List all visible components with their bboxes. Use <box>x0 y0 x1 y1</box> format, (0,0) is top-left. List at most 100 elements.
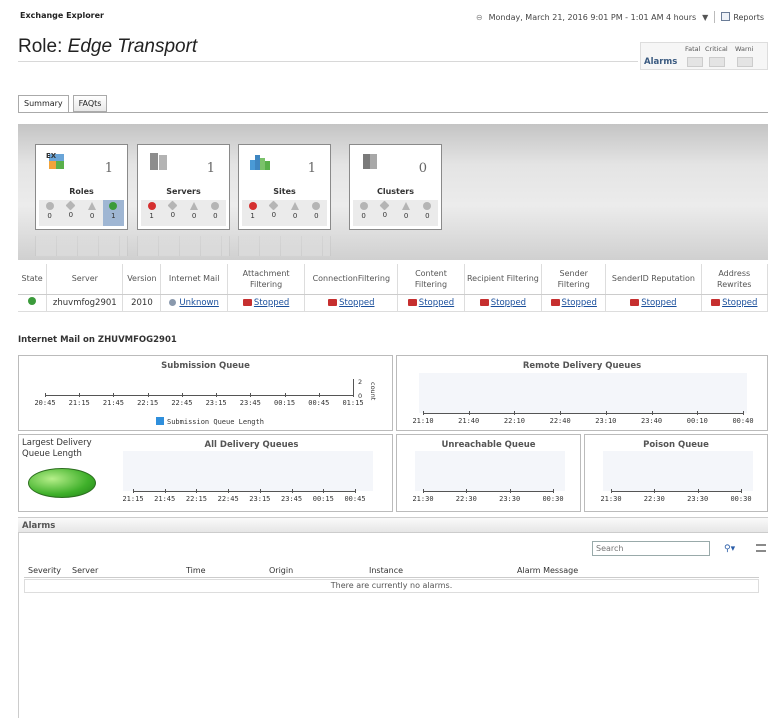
reports-link[interactable]: Reports <box>721 12 764 22</box>
warning-status-icon <box>88 202 97 210</box>
chevron-down-icon[interactable]: ▼ <box>702 13 708 22</box>
col-content-filtering[interactable]: Content Filtering <box>397 264 465 295</box>
col-attachment-filtering[interactable]: Attachment Filtering <box>227 264 306 295</box>
submission-queue-panel: Submission Queue 2 0 count Submission Qu… <box>18 355 393 431</box>
tab-faqts[interactable]: FAQts <box>72 95 108 112</box>
col-recipient-filtering[interactable]: Recipient Filtering <box>464 264 543 295</box>
status-cell[interactable]: 0 <box>263 200 284 226</box>
col-origin[interactable]: Origin <box>269 566 293 575</box>
stopped-link[interactable]: Stopped <box>339 298 374 308</box>
status-cell[interactable]: 1 <box>102 200 124 226</box>
alarm-warning-cell[interactable] <box>737 57 753 67</box>
tile-clusters[interactable]: 0 Clusters 0 0 0 0 <box>349 144 442 230</box>
stopped-link[interactable]: Stopped <box>491 298 526 308</box>
alarm-critical-cell[interactable] <box>709 57 725 67</box>
internet-mail-link[interactable]: Unknown <box>179 298 218 308</box>
stopped-link[interactable]: Stopped <box>641 298 676 308</box>
table-row[interactable]: zhuvmfog2901 2010 Unknown Stopped Stoppe… <box>18 294 768 312</box>
stopped-link[interactable]: Stopped <box>254 298 289 308</box>
status-cell[interactable]: 1 <box>242 200 263 226</box>
status-cell[interactable]: 0 <box>396 200 417 226</box>
internet-mail-cell[interactable]: Unknown <box>160 294 228 312</box>
status-cell[interactable]: 0 <box>353 200 374 226</box>
alarm-col-warning: Warni <box>735 45 754 53</box>
status-cell[interactable]: 0 <box>374 200 395 226</box>
x-tick <box>45 393 46 397</box>
search-input[interactable] <box>593 542 693 555</box>
col-version[interactable]: Version <box>122 264 162 295</box>
empty-alarms-message: There are currently no alarms. <box>24 579 759 593</box>
tile-servers[interactable]: 1 Servers 1 0 0 0 <box>137 144 230 230</box>
columns-icon[interactable] <box>756 544 766 552</box>
clusters-count: 0 <box>418 161 427 176</box>
server-cell[interactable]: zhuvmfog2901 <box>46 294 124 312</box>
version-cell: 2010 <box>122 294 162 312</box>
x-tick <box>216 393 218 397</box>
x-tick-label: 00:15 <box>274 399 296 407</box>
sites-icon <box>250 155 270 170</box>
status-cell[interactable]: 1 <box>141 200 162 226</box>
tile-reflection <box>238 236 331 256</box>
stopped-link[interactable]: Stopped <box>722 298 757 308</box>
largest-delivery-indicator[interactable] <box>28 468 96 498</box>
status-cell[interactable]: 0 <box>285 200 306 226</box>
alarms-header[interactable]: Alarms <box>18 517 768 533</box>
tile-sites[interactable]: 1 Sites 1 0 0 0 <box>238 144 331 230</box>
col-instance[interactable]: Instance <box>369 566 403 575</box>
senderid-reputation-cell[interactable]: Stopped <box>605 294 702 312</box>
alarm-fatal-cell[interactable] <box>687 57 703 67</box>
search-icon[interactable]: ⚲▾ <box>724 544 735 554</box>
alarm-col-critical: Critical <box>705 45 728 53</box>
status-cell[interactable]: 0 <box>205 200 226 226</box>
x-axis <box>423 491 553 492</box>
stopped-link[interactable]: Stopped <box>562 298 597 308</box>
status-cell[interactable]: 0 <box>417 200 438 226</box>
col-alarm-message[interactable]: Alarm Message <box>517 566 578 575</box>
role-name: Edge Transport <box>67 36 198 57</box>
x-tick <box>560 411 562 415</box>
col-state[interactable]: State <box>18 264 48 295</box>
address-rewrites-cell[interactable]: Stopped <box>701 294 768 312</box>
unreachable-queue-panel: Unreachable Queue 21:30 22:30 23:30 00:30 <box>396 434 581 512</box>
alarm-summary[interactable]: Fatal Critical Warni Alarms <box>640 42 768 70</box>
x-tick-label: 00:10 <box>686 417 708 425</box>
reports-icon <box>721 12 731 21</box>
col-address-rewrites[interactable]: Address Rewrites <box>701 264 768 295</box>
col-server[interactable]: Server <box>72 566 98 575</box>
stopped-icon <box>550 298 560 306</box>
status-cell[interactable]: 0 <box>184 200 205 226</box>
submission-queue-title: Submission Queue <box>161 361 250 371</box>
time-range[interactable]: Monday, March 21, 2016 9:01 PM - 1:01 AM… <box>489 13 697 22</box>
x-tick-label: 23:30 <box>499 495 521 503</box>
stopped-icon <box>479 298 489 306</box>
col-connection-filtering[interactable]: ConnectionFiltering <box>304 264 399 295</box>
status-cell[interactable]: 0 <box>82 200 103 226</box>
status-cell[interactable]: 0 <box>60 200 81 226</box>
alarms-panel <box>18 533 768 718</box>
col-senderid-reputation[interactable]: SenderID Reputation <box>605 264 702 295</box>
recipient-filtering-cell[interactable]: Stopped <box>464 294 543 312</box>
status-cell[interactable]: 0 <box>162 200 183 226</box>
col-severity[interactable]: Severity <box>28 566 61 575</box>
stopped-link[interactable]: Stopped <box>419 298 454 308</box>
x-tick <box>509 489 511 493</box>
col-time[interactable]: Time <box>186 566 206 575</box>
alarm-col-fatal: Fatal <box>685 45 701 53</box>
status-cell[interactable]: 0 <box>39 200 60 226</box>
col-server[interactable]: Server <box>46 264 124 295</box>
internet-mail-section-title: Internet Mail on ZHUVMFOG2901 <box>18 335 177 345</box>
state-cell <box>18 294 48 312</box>
x-tick-label: 23:45 <box>281 495 303 503</box>
tile-roles[interactable]: EX 1 Roles 0 0 0 1 <box>35 144 128 230</box>
status-cell[interactable]: 0 <box>306 200 327 226</box>
connection-filtering-cell[interactable]: Stopped <box>304 294 399 312</box>
x-tick-label: 00:45 <box>344 495 366 503</box>
content-filtering-cell[interactable]: Stopped <box>397 294 465 312</box>
col-internet-mail[interactable]: Internet Mail <box>160 264 228 295</box>
col-sender-filtering[interactable]: Sender Filtering <box>541 264 607 295</box>
x-tick-label: 21:15 <box>68 399 90 407</box>
attachment-filtering-cell[interactable]: Stopped <box>227 294 306 312</box>
x-tick <box>697 489 699 493</box>
sender-filtering-cell[interactable]: Stopped <box>541 294 607 312</box>
tab-summary[interactable]: Summary <box>18 95 69 113</box>
